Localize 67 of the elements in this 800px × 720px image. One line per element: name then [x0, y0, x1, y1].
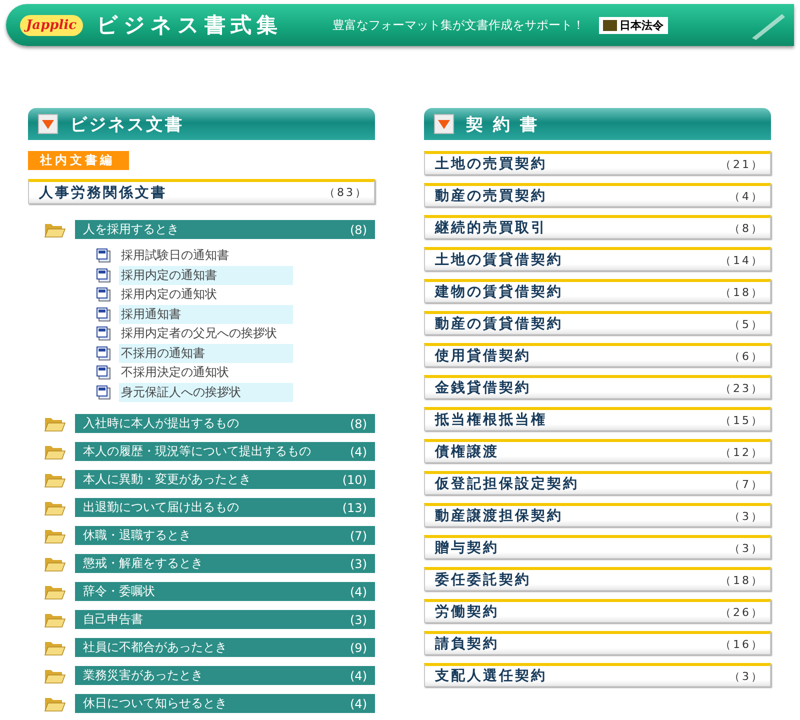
contract-item[interactable]: 債権譲渡 （12）: [424, 439, 771, 463]
document-icon: [96, 384, 111, 400]
contract-item[interactable]: 土地の売買契約 （21）: [424, 151, 771, 175]
publisher-logo[interactable]: 日本法令: [598, 16, 668, 34]
category-item[interactable]: 人事労務関係文書 （83）: [28, 179, 375, 204]
contract-item[interactable]: 金銭貸借契約 （23）: [424, 375, 771, 399]
folder-icon: [44, 640, 66, 656]
folder-item[interactable]: 本人に異動・変更があったとき (10): [75, 470, 375, 489]
document-link[interactable]: 不採用決定の通知状: [119, 363, 293, 382]
folder-item[interactable]: 社員に不都合があったとき (9): [75, 638, 375, 657]
contract-item[interactable]: 建物の賃貸借契約 （18）: [424, 279, 771, 303]
contract-item[interactable]: 継続的売買取引 （8）: [424, 215, 771, 239]
folder-icon: [44, 472, 66, 488]
contract-item[interactable]: 土地の賃貸借契約 （14）: [424, 247, 771, 271]
folder-icon: [44, 668, 66, 684]
logo[interactable]: Japplic: [20, 14, 83, 36]
subsection-label: 社内文書編: [28, 151, 129, 170]
contract-item[interactable]: 動産の売買契約 （4）: [424, 183, 771, 207]
folder-icon: [44, 612, 66, 628]
folder-icon: [44, 416, 66, 432]
folder-item[interactable]: 業務災害があったとき (4): [75, 666, 375, 685]
collapse-icon[interactable]: [434, 114, 454, 134]
contract-item[interactable]: 贈与契約 （3）: [424, 535, 771, 559]
document-icon: [96, 365, 111, 380]
folder-icon: [44, 528, 66, 544]
tagline: 豊富なフォーマット集が文書作成をサポート！: [332, 16, 585, 34]
folder-icon: [44, 584, 66, 600]
document-link[interactable]: 採用通知書: [119, 304, 293, 324]
contract-item[interactable]: 動産譲渡担保契約 （3）: [424, 503, 771, 527]
folder-item[interactable]: 本人の履歴・現況等について提出するもの (4): [75, 442, 375, 461]
document-icon: [96, 287, 111, 302]
document-link[interactable]: 不採用の通知書: [119, 344, 293, 363]
document-link[interactable]: 採用内定者の父兄への挨拶状: [119, 324, 293, 344]
section-header: 契 約 書: [424, 108, 771, 140]
contract-item[interactable]: 使用貸借契約 （6）: [424, 343, 771, 367]
contract-item[interactable]: 請負契約 （16）: [424, 631, 771, 655]
contract-item[interactable]: 抵当権根抵当権 （15）: [424, 407, 771, 431]
folder-item[interactable]: 人を採用するとき (8): [75, 220, 375, 239]
folder-icon: [44, 696, 66, 712]
document-link[interactable]: 採用試験日の通知書: [119, 246, 293, 266]
contract-item[interactable]: 委任委託契約 （18）: [424, 567, 771, 591]
contract-item[interactable]: 仮登記担保設定契約 （7）: [424, 471, 771, 495]
collapse-icon[interactable]: [38, 114, 58, 134]
folder-icon: [44, 444, 66, 460]
folder-item[interactable]: 辞令・委嘱状 (4): [75, 582, 375, 601]
document-link[interactable]: 採用内定の通知状: [119, 285, 293, 304]
folder-icon: [44, 500, 66, 516]
folder-item[interactable]: 懲戒・解雇をするとき (3): [75, 554, 375, 573]
document-icon: [96, 248, 111, 264]
folder-icon: [44, 222, 66, 238]
folder-item[interactable]: 出退勤について届け出るもの (13): [75, 498, 375, 517]
document-link[interactable]: 身元保証人への挨拶状: [119, 382, 293, 402]
site-title: ビジネス書式集: [96, 12, 283, 39]
contract-item[interactable]: 支配人選任契約 （3）: [424, 663, 771, 687]
contract-item[interactable]: 労働契約 （26）: [424, 599, 771, 623]
document-icon: [96, 268, 111, 283]
folder-item[interactable]: 休職・退職するとき (7): [75, 526, 375, 545]
folder-item[interactable]: 入社時に本人が提出するもの (8): [75, 414, 375, 433]
document-icon: [96, 346, 111, 361]
folder-item[interactable]: 自己申告書 (3): [75, 610, 375, 629]
document-link[interactable]: 採用内定の通知書: [119, 266, 293, 285]
contract-item[interactable]: 動産の賃貸借契約 （5）: [424, 311, 771, 335]
folder-item[interactable]: 休日について知らせるとき (4): [75, 694, 375, 713]
section-header: ビジネス文書: [28, 108, 375, 140]
document-icon: [96, 326, 111, 342]
folder-icon: [44, 556, 66, 572]
document-icon: [96, 306, 111, 322]
